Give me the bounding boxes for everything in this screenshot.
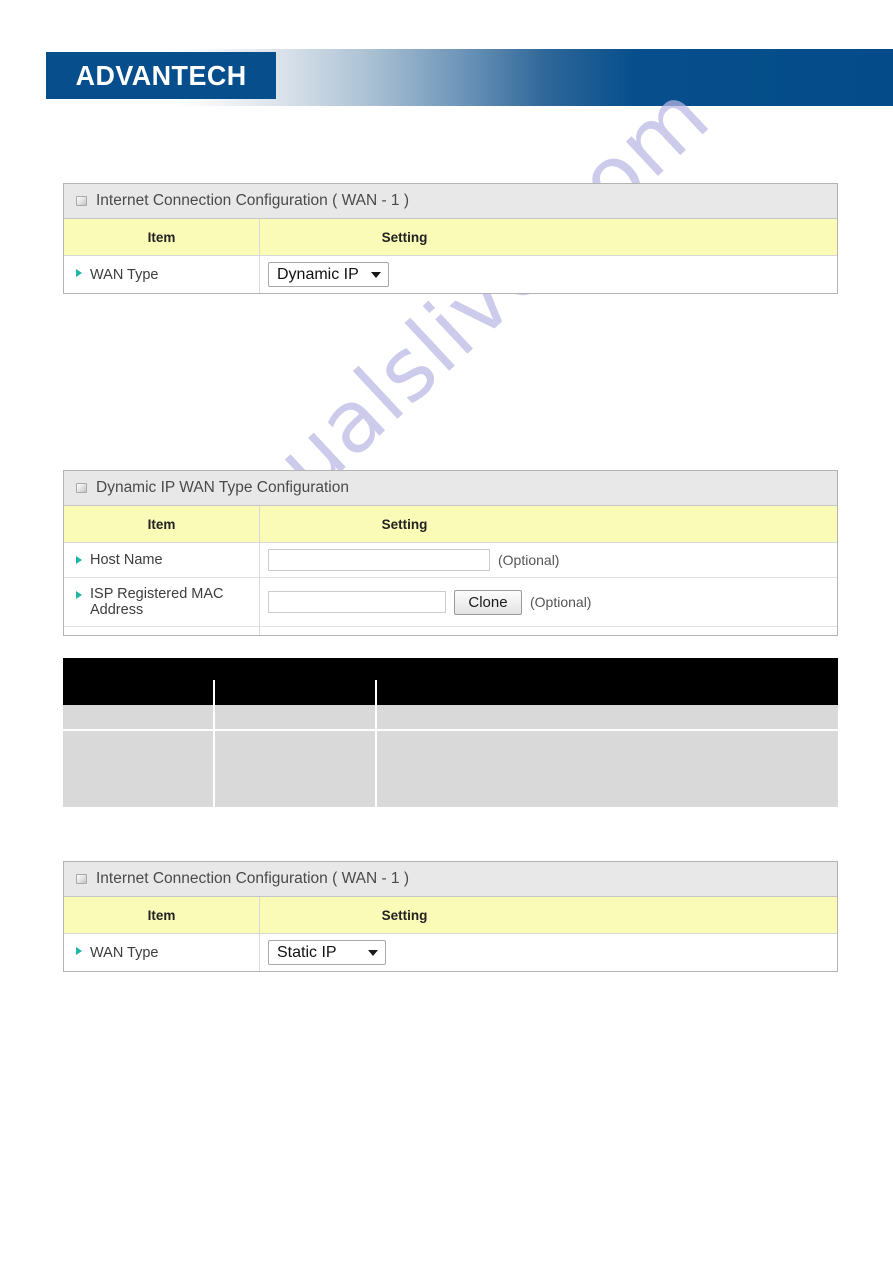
column-header-item: Item — [64, 219, 260, 255]
internet-connection-configuration-table-top: Internet Connection Configuration ( WAN … — [63, 183, 838, 294]
green-arrow-icon — [76, 591, 82, 599]
green-arrow-icon — [76, 556, 82, 564]
advantech-logo: ADVANTECH — [46, 52, 276, 99]
row-label-text: ISP Registered MAC Address — [90, 586, 224, 618]
redacted-table-header-row — [63, 680, 838, 705]
host-name-optional-note: (Optional) — [498, 552, 560, 568]
row-setting-cell: Static IP — [260, 934, 837, 971]
table-row — [63, 705, 838, 731]
wan-type-dropdown-value: Dynamic IP — [277, 265, 359, 283]
chevron-down-icon — [370, 271, 381, 278]
internet-connection-configuration-table-bottom: Internet Connection Configuration ( WAN … — [63, 861, 838, 972]
section-title-text: Dynamic IP WAN Type Configuration — [96, 479, 349, 496]
redacted-cell — [377, 731, 838, 807]
row-setting-cell: (Optional) — [260, 543, 837, 577]
wan-type-dropdown[interactable]: Static IP — [268, 940, 386, 965]
table-row: Host Name (Optional) — [64, 543, 837, 578]
row-label-wan-type: WAN Type — [64, 934, 260, 971]
row-label-wan-type: WAN Type — [64, 256, 260, 293]
redacted-cell — [63, 731, 215, 807]
table-row: WAN Type Static IP — [64, 934, 837, 971]
table-row: WAN Type Dynamic IP — [64, 256, 837, 293]
collapse-box-icon[interactable] — [76, 874, 87, 884]
redacted-column-header — [215, 680, 377, 705]
redacted-table-title-bar — [63, 658, 838, 680]
row-label-host-name: Host Name — [64, 543, 260, 577]
section-title-bar: Internet Connection Configuration ( WAN … — [64, 862, 837, 897]
row-setting-cell: Clone (Optional) — [260, 578, 837, 626]
table-row-spacer — [64, 627, 837, 635]
redacted-column-header — [377, 680, 838, 705]
dynamic-ip-wan-type-configuration-table: Dynamic IP WAN Type Configuration Item S… — [63, 470, 838, 636]
column-header-item: Item — [64, 506, 260, 542]
section-title-bar: Internet Connection Configuration ( WAN … — [64, 184, 837, 219]
redacted-cell — [215, 731, 377, 807]
redacted-cell — [63, 705, 215, 729]
table-row — [63, 731, 838, 807]
redacted-cell — [377, 705, 838, 729]
column-header-item: Item — [64, 897, 260, 933]
mac-address-optional-note: (Optional) — [530, 594, 592, 610]
table-header-row: Item Setting — [64, 219, 837, 256]
green-arrow-icon — [76, 947, 82, 955]
host-name-input[interactable] — [268, 549, 490, 571]
column-header-setting: Setting — [381, 907, 428, 923]
row-label-text: Host Name — [90, 552, 163, 568]
table-row: ISP Registered MAC Address Clone (Option… — [64, 578, 837, 627]
table-header-row: Item Setting — [64, 897, 837, 934]
collapse-box-icon[interactable] — [76, 196, 87, 206]
page-header: ADVANTECH — [0, 0, 893, 140]
row-spacer-item-cell — [64, 627, 260, 635]
table-header-row: Item Setting — [64, 506, 837, 543]
row-setting-cell: Dynamic IP — [260, 256, 837, 293]
redacted-cell — [215, 705, 377, 729]
clone-button[interactable]: Clone — [454, 589, 522, 615]
row-label-isp-registered-mac-address: ISP Registered MAC Address — [64, 578, 260, 626]
header-gradient-bar — [173, 49, 893, 106]
section-title-text: Internet Connection Configuration ( WAN … — [96, 192, 410, 209]
row-label-text: WAN Type — [90, 266, 159, 283]
row-spacer-setting-cell — [260, 627, 837, 635]
isp-registered-mac-address-input[interactable] — [268, 591, 446, 613]
wan-type-dropdown[interactable]: Dynamic IP — [268, 262, 389, 287]
redacted-column-header — [63, 680, 215, 705]
green-arrow-icon — [76, 269, 82, 277]
section-title-text: Internet Connection Configuration ( WAN … — [96, 870, 410, 887]
redacted-table — [63, 658, 838, 807]
row-label-text: WAN Type — [90, 944, 159, 961]
section-title-bar: Dynamic IP WAN Type Configuration — [64, 471, 837, 506]
column-header-setting: Setting — [381, 229, 428, 245]
chevron-down-icon — [368, 949, 378, 956]
logo-text: ADVANTECH — [75, 59, 247, 91]
column-header-setting: Setting — [381, 516, 428, 532]
wan-type-dropdown-value: Static IP — [277, 943, 337, 961]
collapse-box-icon[interactable] — [76, 483, 87, 493]
